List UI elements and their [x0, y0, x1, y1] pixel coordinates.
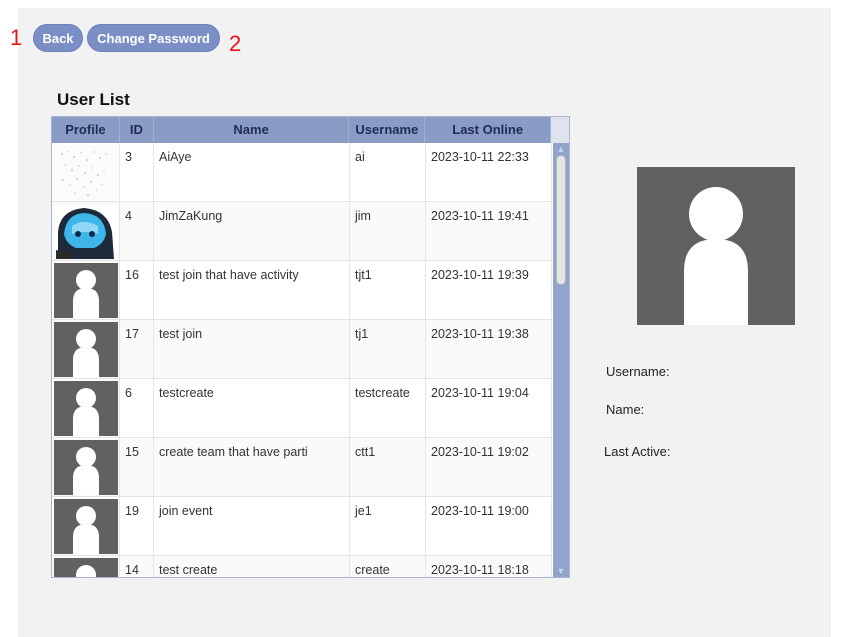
default-person-icon [54, 263, 118, 318]
scroll-down-icon[interactable]: ▼ [555, 566, 567, 576]
default-person-icon [54, 499, 118, 554]
name-cell: test join [154, 320, 350, 378]
default-person-icon [54, 558, 118, 577]
profile-cell [52, 497, 120, 555]
profile-image [54, 204, 118, 259]
default-person-icon [54, 381, 118, 436]
id-cell: 19 [120, 497, 154, 555]
table-row[interactable]: 16 test join that have activity tjt1 202… [52, 261, 552, 320]
username-cell: jim [350, 202, 426, 260]
profile-cell [52, 320, 120, 378]
last-active-label: Last Active: [604, 444, 671, 459]
username-cell: testcreate [350, 379, 426, 437]
last-online-cell: 2023-10-11 19:02 [426, 438, 552, 496]
column-header-profile[interactable]: Profile [52, 117, 120, 143]
username-cell: create [350, 556, 426, 577]
back-button[interactable]: Back [33, 24, 83, 52]
profile-cell [52, 202, 120, 260]
id-cell: 14 [120, 556, 154, 577]
username-cell: tjt1 [350, 261, 426, 319]
last-online-cell: 2023-10-11 19:41 [426, 202, 552, 260]
profile-cell [52, 143, 120, 201]
id-cell: 3 [120, 143, 154, 201]
name-cell: JimZaKung [154, 202, 350, 260]
table-row[interactable]: 14 test create create 2023-10-11 18:18 [52, 556, 552, 577]
scrollbar-thumb[interactable] [556, 155, 566, 285]
last-online-cell: 2023-10-11 18:18 [426, 556, 552, 577]
last-online-cell: 2023-10-11 19:00 [426, 497, 552, 555]
last-online-cell: 2023-10-11 19:38 [426, 320, 552, 378]
selected-user-avatar [637, 167, 795, 325]
annotation-marker-1: 1 [10, 25, 23, 50]
profile-cell [52, 379, 120, 437]
profile-cell [52, 556, 120, 577]
table-row[interactable]: 4 JimZaKung jim 2023-10-11 19:41 [52, 202, 552, 261]
column-header-name[interactable]: Name [154, 117, 350, 143]
profile-image [54, 145, 118, 200]
default-person-icon [54, 440, 118, 495]
user-list-title: User List [57, 90, 130, 109]
last-online-cell: 2023-10-11 19:04 [426, 379, 552, 437]
table-body: 3 AiAye ai 2023-10-11 22:33 4 JimZaKung … [52, 143, 552, 577]
name-cell: test create [154, 556, 350, 577]
table-row[interactable]: 19 join event je1 2023-10-11 19:00 [52, 497, 552, 556]
username-cell: je1 [350, 497, 426, 555]
profile-cell [52, 261, 120, 319]
annotation-marker-2: 2 [229, 31, 242, 56]
column-header-id[interactable]: ID [120, 117, 154, 143]
id-cell: 15 [120, 438, 154, 496]
name-cell: join event [154, 497, 350, 555]
default-person-icon [54, 322, 118, 377]
table-row[interactable]: 3 AiAye ai 2023-10-11 22:33 [52, 143, 552, 202]
name-cell: create team that have parti [154, 438, 350, 496]
column-header-last-online[interactable]: Last Online [425, 117, 552, 143]
id-cell: 4 [120, 202, 154, 260]
profile-cell [52, 438, 120, 496]
header-corner [551, 117, 569, 143]
id-cell: 6 [120, 379, 154, 437]
scroll-up-icon[interactable]: ▲ [555, 144, 567, 154]
vertical-scrollbar[interactable]: ▲ ▼ [553, 143, 569, 577]
username-cell: ctt1 [350, 438, 426, 496]
name-cell: testcreate [154, 379, 350, 437]
table-header: Profile ID Name Username Last Online [52, 117, 569, 143]
name-cell: test join that have activity [154, 261, 350, 319]
username-label: Username: [606, 364, 670, 379]
name-cell: AiAye [154, 143, 350, 201]
table-row[interactable]: 17 test join tj1 2023-10-11 19:38 [52, 320, 552, 379]
last-online-cell: 2023-10-11 22:33 [426, 143, 552, 201]
column-header-username[interactable]: Username [349, 117, 426, 143]
name-label: Name: [606, 402, 645, 417]
username-cell: ai [350, 143, 426, 201]
table-row[interactable]: 6 testcreate testcreate 2023-10-11 19:04 [52, 379, 552, 438]
last-online-cell: 2023-10-11 19:39 [426, 261, 552, 319]
id-cell: 17 [120, 320, 154, 378]
id-cell: 16 [120, 261, 154, 319]
change-password-button[interactable]: Change Password [87, 24, 220, 52]
table-row[interactable]: 15 create team that have parti ctt1 2023… [52, 438, 552, 497]
user-table[interactable]: Profile ID Name Username Last Online 3 A… [51, 116, 570, 578]
username-cell: tj1 [350, 320, 426, 378]
